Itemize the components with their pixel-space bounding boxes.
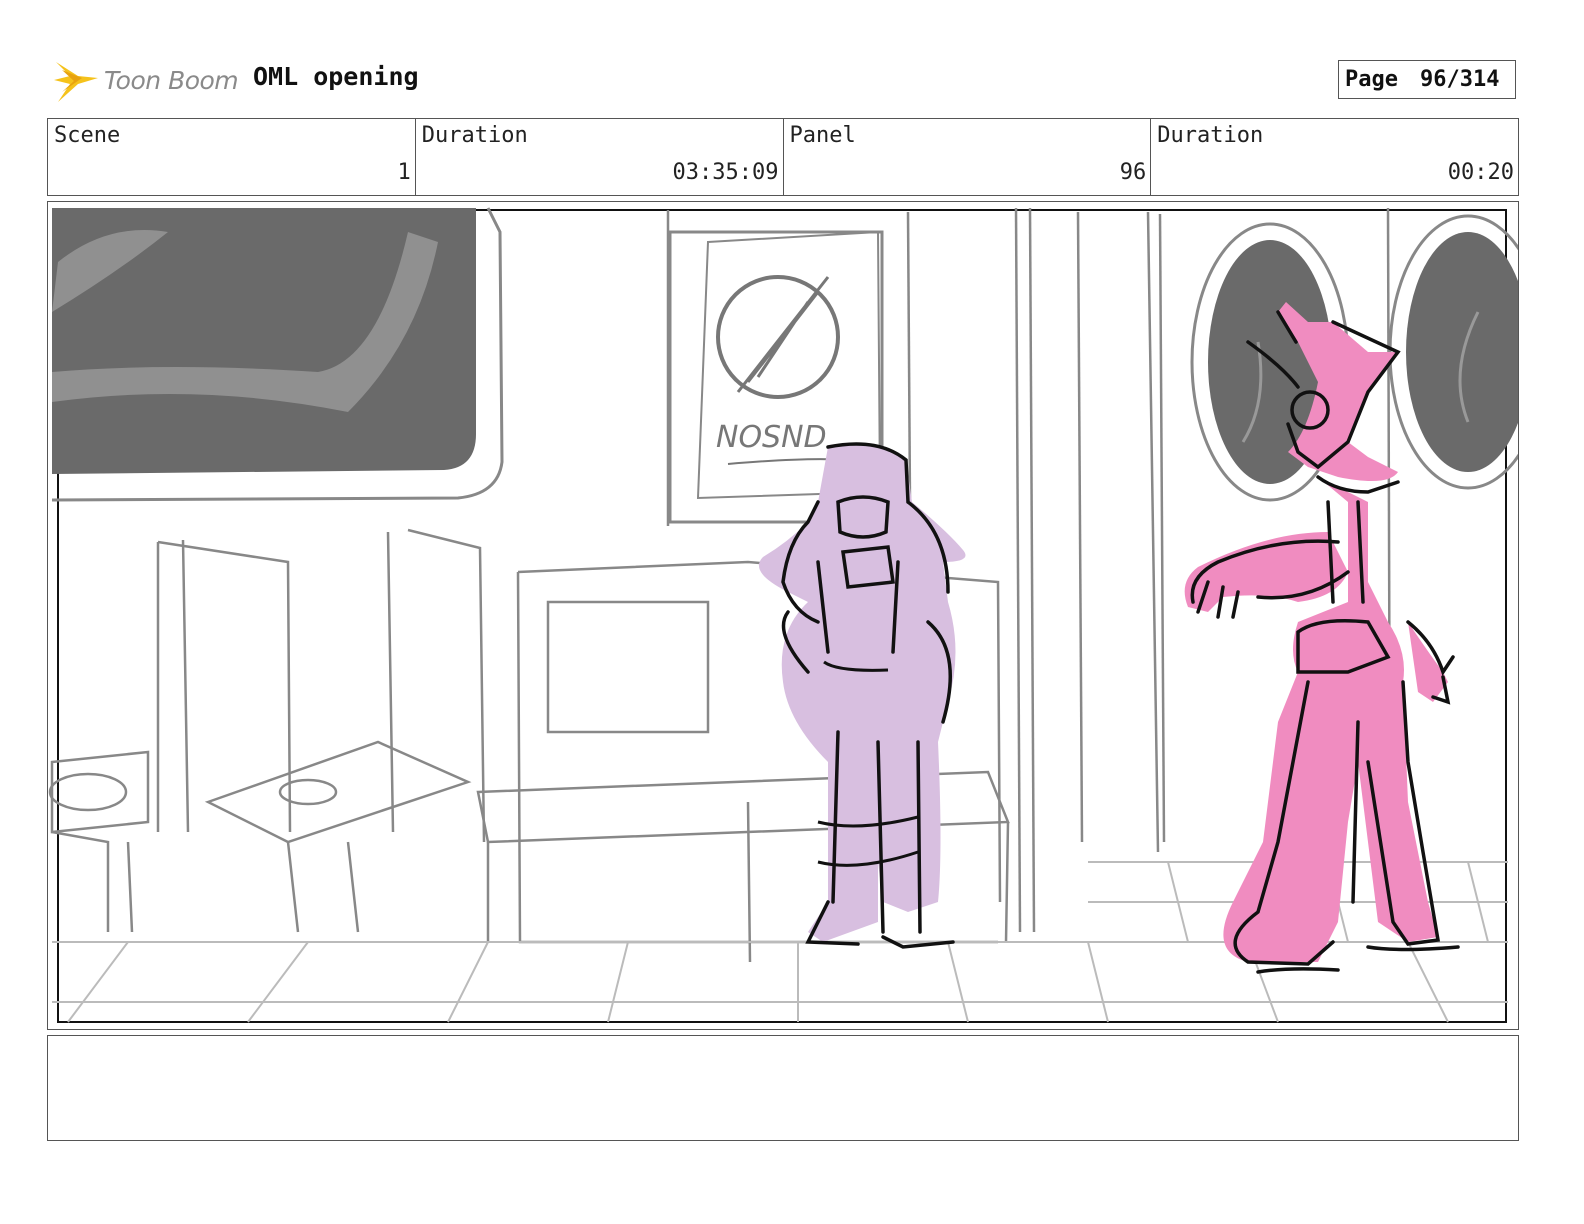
scene-cell: Scene 1 (48, 119, 416, 195)
duration-value: 03:35:09 (672, 160, 779, 185)
starburst-icon (54, 62, 98, 102)
panel-duration-label: Duration (1157, 123, 1264, 148)
duration-cell: Duration 03:35:09 (416, 119, 784, 195)
panel-duration-cell: Duration 00:20 (1151, 119, 1518, 195)
info-table: Scene 1 Duration 03:35:09 Panel 96 Durat… (47, 118, 1519, 196)
notes-area (47, 1035, 1519, 1141)
toon-boom-logo: Toon Boom (52, 56, 239, 106)
panel-duration-value: 00:20 (1447, 160, 1514, 185)
project-title: OML opening (253, 62, 419, 91)
poster-text: NOSND (716, 420, 827, 455)
character-left (758, 442, 966, 949)
page-number: 96/314 (1419, 67, 1500, 92)
logo-text: Toon Boom (104, 66, 239, 95)
scene-label: Scene (54, 123, 121, 148)
panel-label: Panel (789, 123, 856, 148)
panel-value: 96 (1119, 160, 1147, 185)
page-indicator: Page 96/314 (1338, 60, 1516, 99)
page-label: Page (1345, 67, 1398, 92)
panel-sketch: NOSND (48, 207, 1518, 1023)
storyboard-panel: NOSND (47, 201, 1519, 1030)
seat-left (48, 528, 486, 933)
no-sound-icon (716, 275, 840, 399)
scene-value: 1 (397, 160, 411, 185)
panel-cell: Panel 96 (784, 119, 1152, 195)
duration-label: Duration (421, 123, 528, 148)
